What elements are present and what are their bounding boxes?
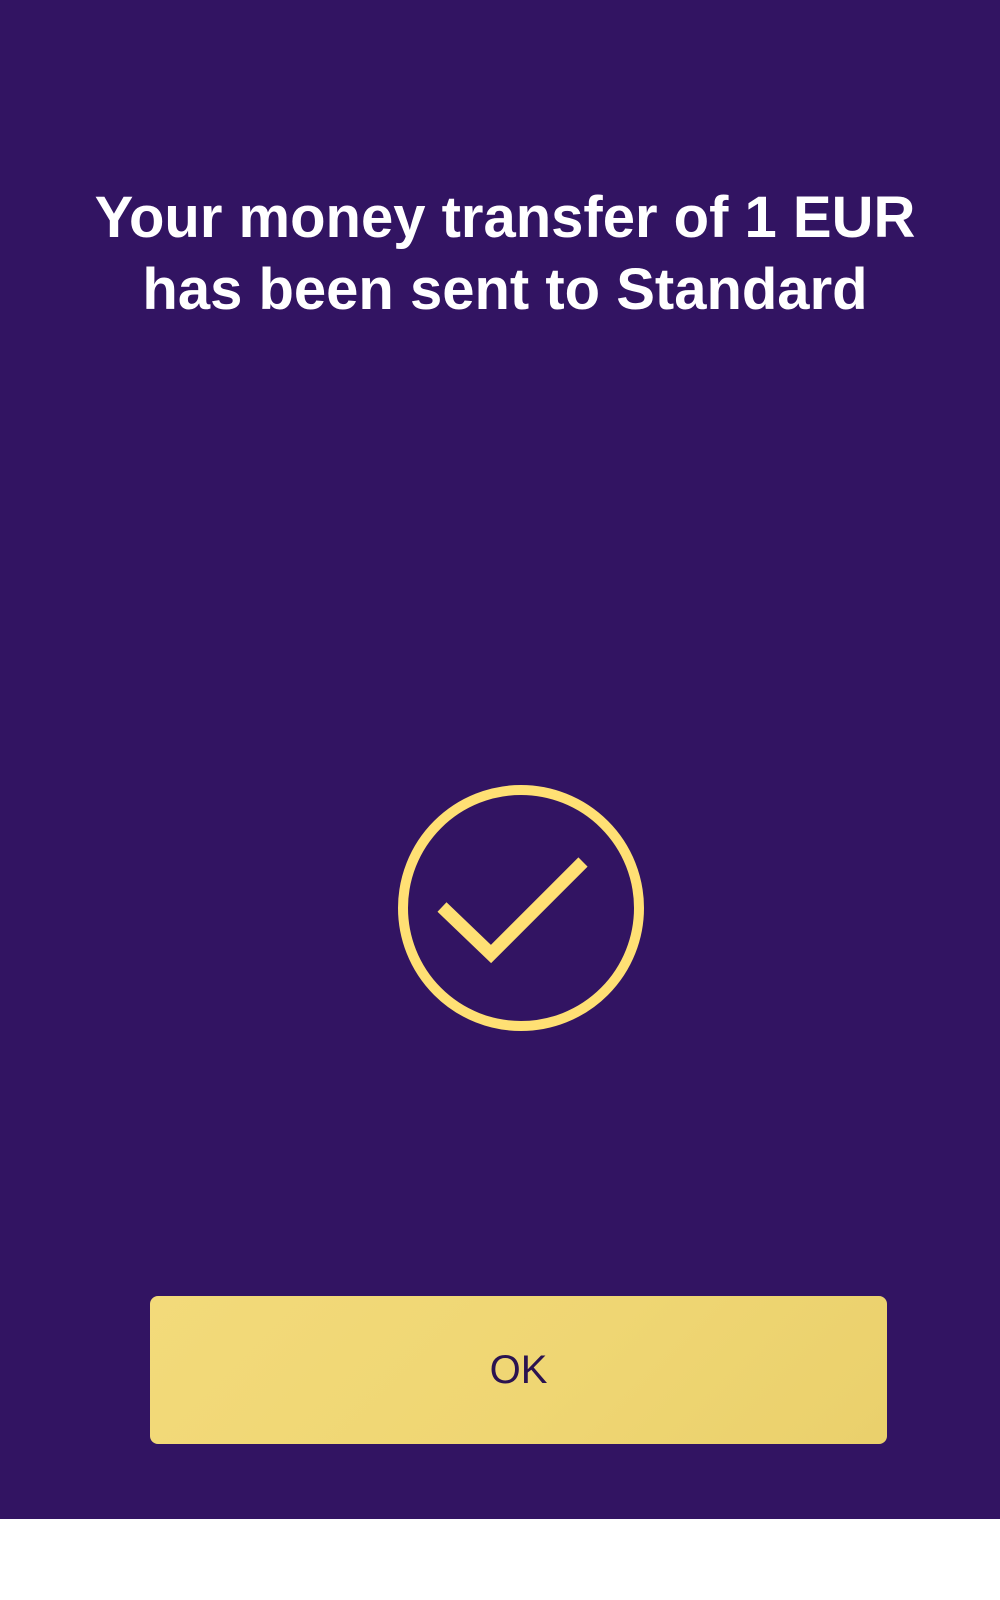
ok-button[interactable]: OK xyxy=(150,1296,887,1444)
transfer-success-screen: Your money transfer of 1 EUR has been se… xyxy=(0,0,1000,1519)
checkmark-circle-icon xyxy=(398,785,644,1031)
confirmation-message-line-2: has been sent to Standard xyxy=(142,257,868,322)
confirmation-message: Your money transfer of 1 EUR has been se… xyxy=(40,182,970,326)
bottom-blank-area xyxy=(0,1519,1000,1600)
checkmark-icon xyxy=(437,857,588,964)
confirmation-message-line-1: Your money transfer of 1 EUR xyxy=(94,185,916,250)
success-circle xyxy=(398,785,644,1031)
